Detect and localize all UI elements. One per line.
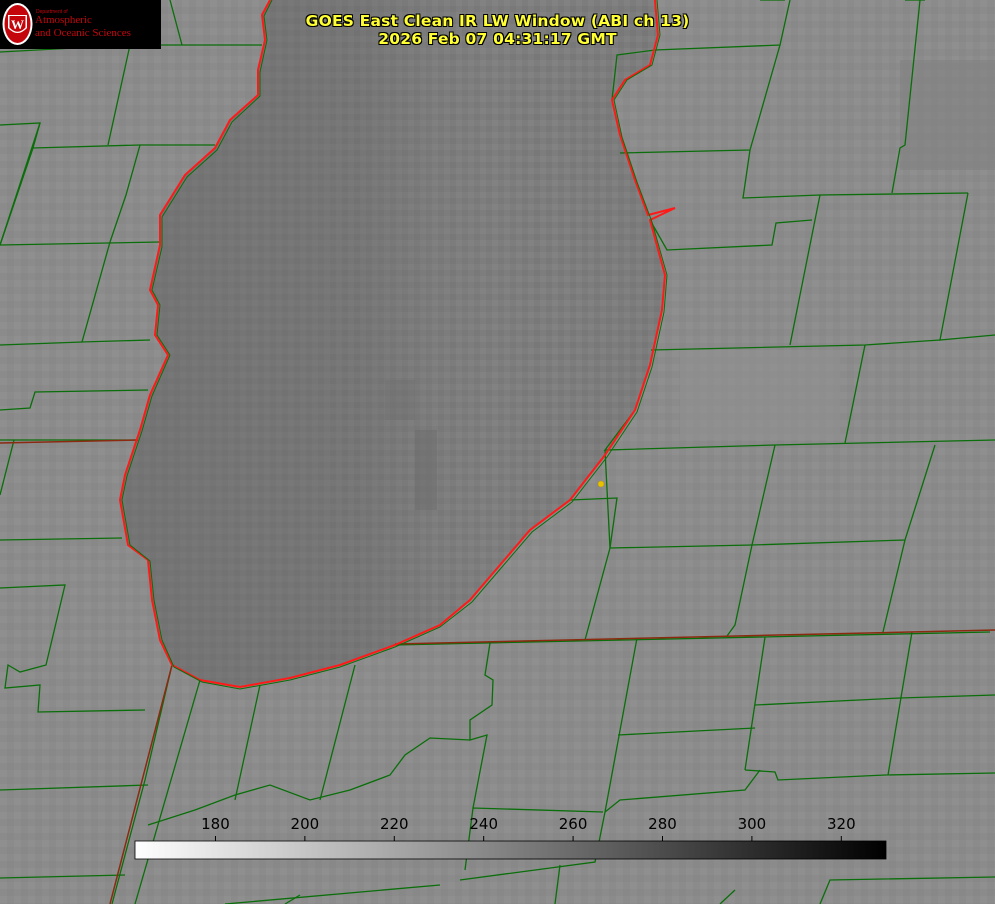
satellite-map bbox=[0, 0, 995, 904]
image-title: GOES East Clean IR LW Window (ABI ch 13) bbox=[305, 12, 690, 30]
colorbar-tick-label: 240 bbox=[469, 815, 498, 833]
colorbar-tick-label: 180 bbox=[201, 815, 230, 833]
colorbar-tick-label: 300 bbox=[737, 815, 767, 833]
colorbar-tick-label: 220 bbox=[379, 815, 409, 833]
colorbar bbox=[134, 840, 887, 860]
location-marker bbox=[597, 480, 605, 488]
colorbar-tick-label: 280 bbox=[648, 815, 677, 833]
image-timestamp: 2026 Feb 07 04:31:17 GMT bbox=[378, 30, 617, 48]
colorbar-tick-label: 200 bbox=[290, 815, 320, 833]
colorbar-tick-label: 320 bbox=[826, 815, 856, 833]
colorbar-tick-label: 260 bbox=[558, 815, 588, 833]
